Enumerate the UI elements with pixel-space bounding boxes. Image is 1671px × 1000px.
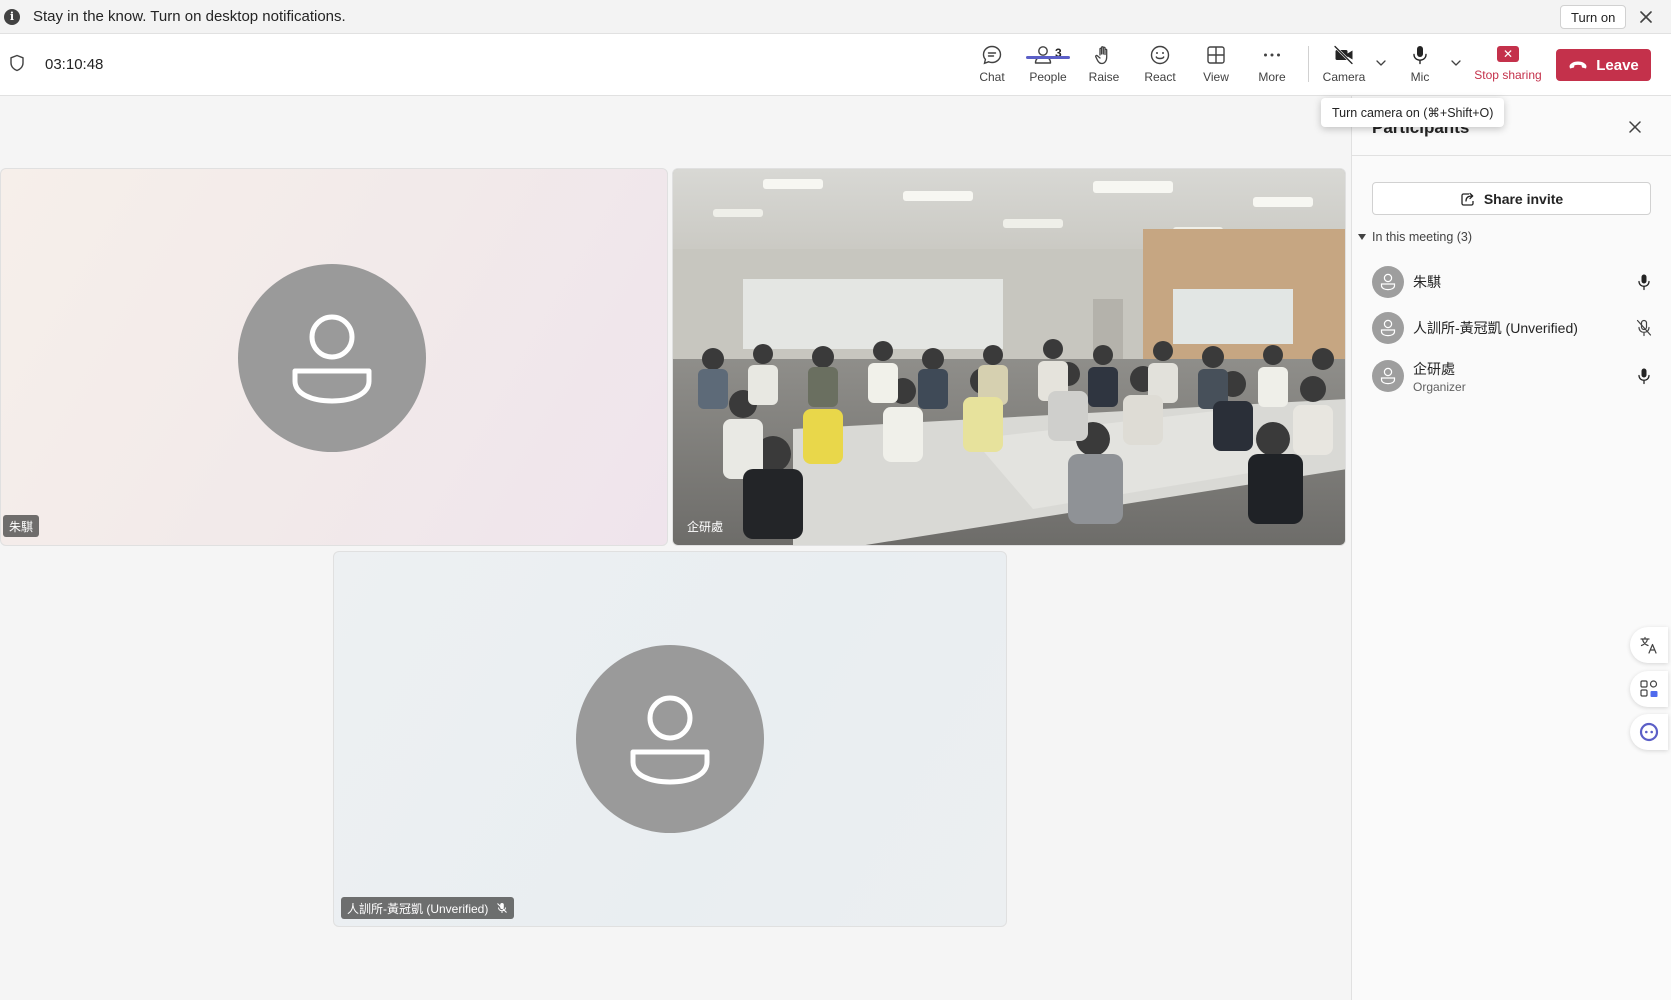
mic-muted-icon xyxy=(497,903,508,913)
translate-icon xyxy=(1640,636,1657,654)
people-button[interactable]: 3 People xyxy=(1022,42,1074,88)
person-icon xyxy=(1380,367,1396,385)
participants-panel: Participants Share invite In this meetin… xyxy=(1351,96,1671,1000)
translate-button[interactable] xyxy=(1630,627,1668,663)
panel-divider xyxy=(1352,155,1671,156)
hang-up-icon xyxy=(1569,61,1587,69)
mic-button[interactable]: Mic xyxy=(1394,42,1446,88)
avatar xyxy=(576,645,764,833)
share-invite-button[interactable]: Share invite xyxy=(1372,182,1651,215)
video-tile[interactable]: 企研處 xyxy=(672,168,1346,546)
participant-name: 朱騏 xyxy=(1413,274,1441,290)
camera-label: Camera xyxy=(1322,70,1366,84)
participant-role: Organizer xyxy=(1413,379,1466,394)
person-icon xyxy=(292,314,372,404)
avatar xyxy=(1372,360,1404,392)
chat-button[interactable]: Chat xyxy=(966,42,1018,88)
camera-off-icon xyxy=(1334,45,1353,65)
participant-row[interactable]: 企研處 Organizer xyxy=(1372,358,1652,394)
camera-button[interactable]: Camera xyxy=(1318,42,1370,88)
close-icon[interactable] xyxy=(1637,8,1655,26)
more-icon xyxy=(1264,53,1280,57)
more-label: More xyxy=(1258,70,1286,84)
microphone-icon xyxy=(1638,368,1650,385)
people-tab-indicator xyxy=(1026,56,1070,59)
hand-icon xyxy=(1095,46,1108,65)
avatar xyxy=(1372,312,1404,344)
view-button[interactable]: View xyxy=(1190,42,1242,88)
classroom-video-feed xyxy=(673,169,1345,545)
leave-label: Leave xyxy=(1596,56,1639,74)
camera-tooltip: Turn camera on (⌘+Shift+O) xyxy=(1321,98,1505,127)
apps-button[interactable] xyxy=(1630,671,1668,707)
tile-name-tag: 朱騏 xyxy=(3,515,40,537)
emoji-icon xyxy=(1150,45,1170,65)
tile-name: 企研處 xyxy=(687,519,724,534)
person-icon xyxy=(1380,319,1396,337)
copilot-button[interactable] xyxy=(1630,714,1668,750)
mic-label: Mic xyxy=(1410,70,1430,84)
raise-label: Raise xyxy=(1088,70,1120,84)
participant-row[interactable]: 朱騏 xyxy=(1372,264,1652,300)
grid-view-icon xyxy=(1207,46,1225,64)
leave-button[interactable]: Leave xyxy=(1556,49,1651,81)
in-meeting-section-header[interactable]: In this meeting (3) xyxy=(1358,230,1472,244)
chat-icon xyxy=(982,45,1002,65)
notification-text: Stay in the know. Turn on desktop notifi… xyxy=(33,8,346,25)
person-icon xyxy=(630,695,710,785)
close-icon[interactable] xyxy=(1627,119,1643,135)
react-button[interactable]: React xyxy=(1134,42,1186,88)
participant-row[interactable]: 人訓所-黃冠凱 (Unverified) xyxy=(1372,310,1652,346)
meeting-timer: 03:10:48 xyxy=(45,56,104,73)
mic-muted-icon xyxy=(1636,319,1652,337)
microphone-icon xyxy=(1413,46,1427,65)
avatar xyxy=(1372,266,1404,298)
share-invite-label: Share invite xyxy=(1483,190,1564,207)
raise-hand-button[interactable]: Raise xyxy=(1078,42,1130,88)
people-label: People xyxy=(1029,70,1067,84)
video-tile[interactable]: 人訓所-黃冠凱 (Unverified) xyxy=(333,551,1007,927)
toolbar-divider xyxy=(1308,46,1309,82)
mic-options-chevron-icon[interactable] xyxy=(1449,56,1463,70)
video-tile[interactable]: 朱騏 xyxy=(0,168,668,546)
participant-name: 人訓所-黃冠凱 (Unverified) xyxy=(1413,320,1578,336)
more-button[interactable]: More xyxy=(1246,42,1298,88)
camera-options-chevron-icon[interactable] xyxy=(1374,56,1388,70)
avatar xyxy=(238,264,426,452)
react-label: React xyxy=(1144,70,1176,84)
meeting-toolbar: 03:10:48 Chat 3 People Raise React View … xyxy=(0,34,1671,96)
share-icon xyxy=(1461,192,1474,206)
stop-sharing-button[interactable]: ✕ Stop sharing xyxy=(1473,42,1543,88)
notification-bar: i Stay in the know. Turn on desktop noti… xyxy=(0,0,1671,34)
tile-name-tag: 人訓所-黃冠凱 (Unverified) xyxy=(341,897,515,919)
stop-sharing-label: Stop sharing xyxy=(1474,68,1542,82)
apps-icon xyxy=(1640,680,1658,697)
person-icon xyxy=(1380,273,1396,291)
tile-name: 人訓所-黃冠凱 (Unverified) xyxy=(347,901,489,916)
stop-sharing-icon: ✕ xyxy=(1497,46,1519,62)
info-icon: i xyxy=(4,8,20,25)
microphone-icon xyxy=(1638,274,1650,291)
turn-on-notifications-button[interactable]: Turn on xyxy=(1560,5,1627,29)
shield-icon[interactable] xyxy=(9,54,25,72)
section-label: In this meeting (3) xyxy=(1372,230,1473,244)
copilot-icon xyxy=(1639,722,1659,742)
view-label: View xyxy=(1203,70,1229,84)
people-icon xyxy=(1034,46,1052,64)
tile-name-tag: 企研處 xyxy=(681,515,729,537)
chat-label: Chat xyxy=(979,70,1005,84)
participant-name: 企研處 xyxy=(1413,360,1455,377)
chevron-down-icon xyxy=(1358,234,1366,240)
tile-name: 朱騏 xyxy=(9,519,34,534)
